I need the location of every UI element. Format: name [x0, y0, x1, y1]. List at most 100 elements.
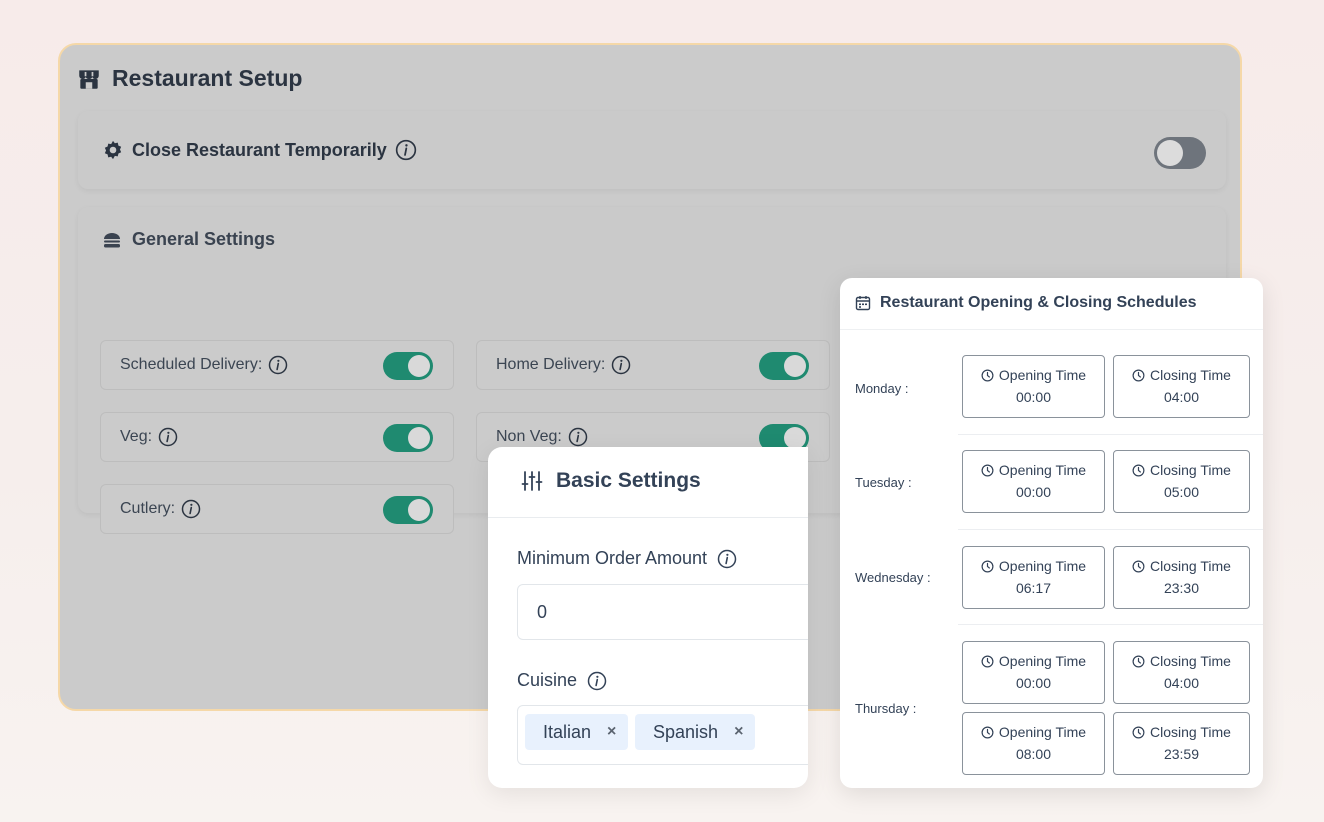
clock-icon	[1132, 655, 1145, 667]
clock-icon	[1132, 560, 1145, 572]
option-home-delivery: Home Delivery:	[476, 340, 830, 390]
general-settings-header: General Settings	[102, 229, 275, 250]
day-label-tuesday: Tuesday :	[855, 475, 912, 490]
info-icon[interactable]	[568, 427, 588, 447]
option-label: Non Veg:	[496, 428, 562, 445]
home-delivery-toggle[interactable]	[759, 352, 809, 380]
option-scheduled-delivery: Scheduled Delivery:	[100, 340, 454, 390]
remove-tag-icon[interactable]: ×	[607, 723, 616, 741]
closing-time-head: Closing Time	[1114, 721, 1249, 743]
min-order-label-group: Minimum Order Amount	[517, 548, 737, 569]
clock-icon	[981, 655, 994, 667]
option-veg: Veg:	[100, 412, 454, 462]
closing-time-button[interactable]: Closing Time 04:00	[1113, 355, 1250, 418]
info-icon[interactable]	[587, 671, 607, 691]
option-label: Home Delivery:	[496, 356, 606, 373]
closing-time-button[interactable]: Closing Time 23:30	[1113, 546, 1250, 609]
opening-time-button[interactable]: Opening Time 08:00	[962, 712, 1105, 775]
day-divider	[958, 434, 1263, 435]
info-icon[interactable]	[717, 549, 737, 569]
remove-tag-icon[interactable]: ×	[734, 723, 743, 741]
opening-time-value: 00:00	[1015, 675, 1052, 691]
opening-time-value: 00:00	[1015, 389, 1052, 405]
opening-time-head: Opening Time	[963, 364, 1104, 386]
day-label-monday: Monday :	[855, 381, 909, 396]
setup-header: Restaurant Setup	[76, 65, 302, 92]
close-restaurant-label-group: Close Restaurant Temporarily	[102, 139, 417, 161]
clock-icon	[1132, 464, 1145, 476]
option-label-group: Home Delivery:	[496, 355, 631, 375]
schedules-title-group: Restaurant Opening & Closing Schedules	[855, 294, 1197, 312]
closing-time-head: Closing Time	[1114, 459, 1249, 481]
basic-settings-card: Basic Settings Minimum Order Amount 0 Cu…	[488, 447, 808, 788]
clock-icon	[1132, 369, 1145, 381]
opening-time-button[interactable]: Opening Time 00:00	[962, 641, 1105, 704]
info-icon[interactable]	[158, 427, 178, 447]
closing-time-value: 23:30	[1163, 580, 1200, 596]
option-label-group: Scheduled Delivery:	[120, 355, 288, 375]
cuisine-tag: Italian ×	[525, 714, 629, 750]
setup-title: Restaurant Setup	[112, 65, 303, 91]
basic-settings-header: Basic Settings	[488, 447, 808, 518]
veg-toggle[interactable]	[383, 424, 433, 452]
closing-time-head: Closing Time	[1114, 555, 1249, 577]
option-cutlery: Cutlery:	[100, 484, 454, 534]
day-divider	[958, 529, 1263, 530]
cuisine-tag-label: Italian	[543, 721, 592, 742]
opening-time-value: 00:00	[1015, 484, 1052, 500]
cuisine-select[interactable]: Italian × Spanish ×	[517, 705, 808, 765]
option-label-group: Cutlery:	[120, 499, 201, 519]
schedules-title: Restaurant Opening & Closing Schedules	[880, 294, 1197, 311]
scheduled-delivery-toggle[interactable]	[383, 352, 433, 380]
opening-time-head: Opening Time	[963, 721, 1104, 743]
clock-icon	[981, 369, 994, 381]
store-icon	[79, 69, 99, 89]
info-icon[interactable]	[268, 355, 288, 375]
day-label-thursday: Thursday :	[855, 701, 917, 716]
day-label-wednesday: Wednesday :	[855, 570, 931, 585]
opening-time-button[interactable]: Opening Time 06:17	[962, 546, 1105, 609]
closing-time-button[interactable]: Closing Time 23:59	[1113, 712, 1250, 775]
closing-time-label: Closing Time	[1150, 558, 1231, 574]
schedules-card: Restaurant Opening & Closing Schedules M…	[840, 278, 1263, 788]
opening-time-head: Opening Time	[963, 555, 1104, 577]
opening-time-button[interactable]: Opening Time 00:00	[962, 355, 1105, 418]
clock-icon	[1132, 726, 1145, 738]
day-divider	[958, 624, 1263, 625]
closing-time-head: Closing Time	[1114, 364, 1249, 386]
gear-icon	[104, 140, 122, 160]
closing-time-label: Closing Time	[1150, 462, 1231, 478]
min-order-input[interactable]: 0	[517, 584, 808, 640]
option-label-group: Veg:	[120, 427, 178, 447]
opening-time-label: Opening Time	[998, 558, 1087, 574]
closing-time-button[interactable]: Closing Time 05:00	[1113, 450, 1250, 513]
calendar-icon	[855, 296, 871, 311]
cutlery-toggle[interactable]	[383, 496, 433, 524]
close-restaurant-label: Close Restaurant Temporarily	[132, 139, 387, 160]
general-settings-title: General Settings	[132, 229, 276, 249]
closing-time-label: Closing Time	[1150, 367, 1231, 383]
option-label: Cutlery:	[120, 500, 176, 517]
opening-time-button[interactable]: Opening Time 00:00	[962, 450, 1105, 513]
opening-time-value: 08:00	[1015, 746, 1052, 762]
min-order-label: Minimum Order Amount	[517, 548, 708, 568]
info-icon[interactable]	[611, 355, 631, 375]
opening-time-label: Opening Time	[998, 462, 1087, 478]
opening-time-label: Opening Time	[998, 653, 1087, 669]
option-label: Scheduled Delivery:	[120, 356, 263, 373]
cuisine-label-group: Cuisine	[517, 670, 607, 691]
cuisine-tag-label: Spanish	[653, 721, 719, 742]
closing-time-value: 04:00	[1163, 389, 1200, 405]
schedules-header: Restaurant Opening & Closing Schedules	[840, 278, 1263, 330]
info-icon[interactable]	[395, 139, 417, 161]
closing-time-label: Closing Time	[1150, 724, 1231, 740]
closing-time-label: Closing Time	[1150, 653, 1231, 669]
opening-time-value: 06:17	[1015, 580, 1052, 596]
cuisine-tag: Spanish ×	[635, 714, 756, 750]
clock-icon	[981, 464, 994, 476]
closing-time-button[interactable]: Closing Time 04:00	[1113, 641, 1250, 704]
option-label-group: Non Veg:	[496, 427, 588, 447]
info-icon[interactable]	[181, 499, 201, 519]
close-restaurant-toggle[interactable]	[1154, 137, 1206, 169]
close-restaurant-card: Close Restaurant Temporarily	[78, 111, 1226, 189]
